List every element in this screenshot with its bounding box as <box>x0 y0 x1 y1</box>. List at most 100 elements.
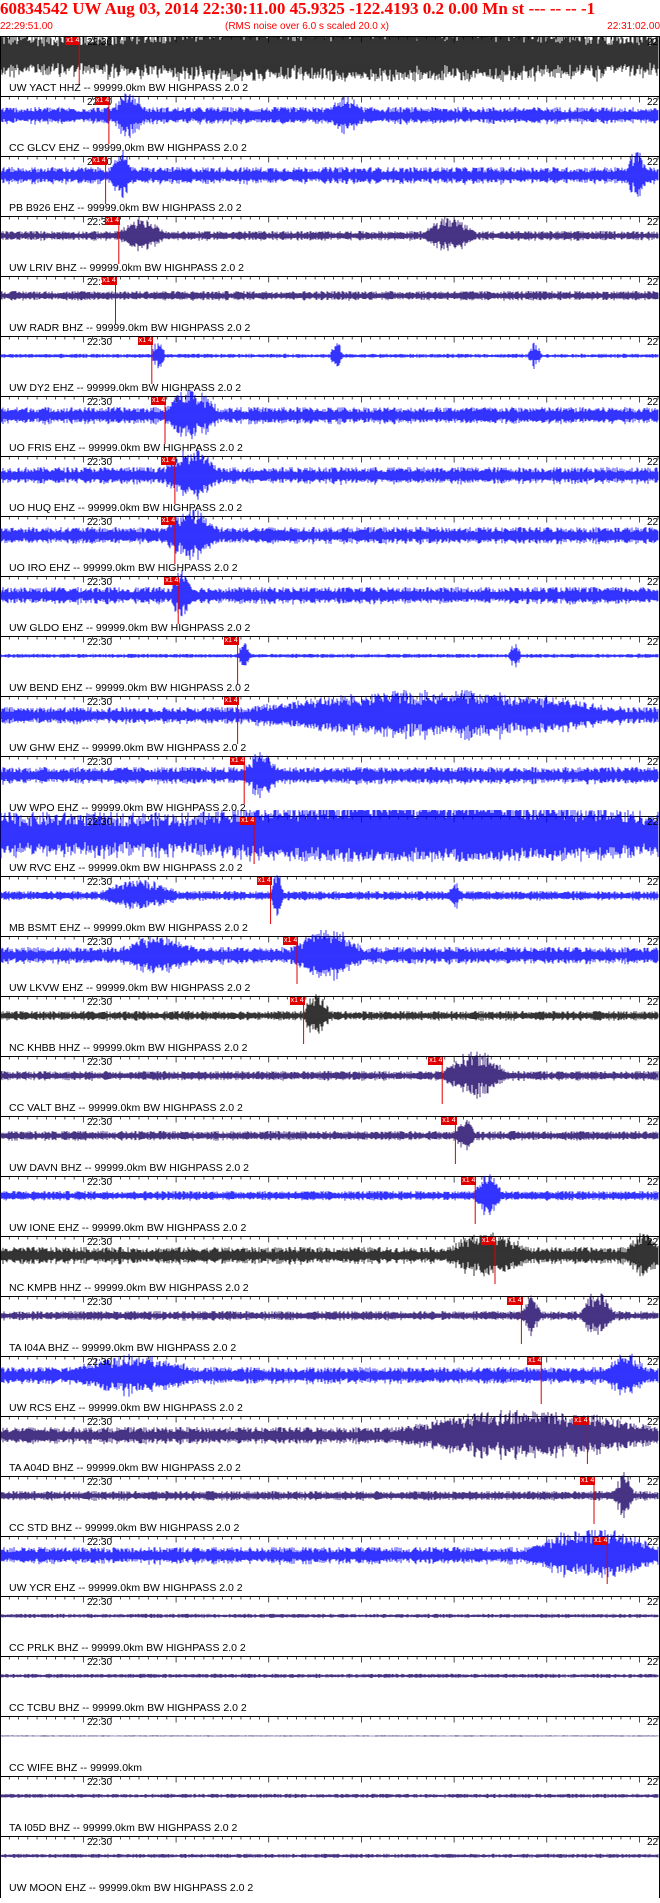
minute-tick-label: 22:30 <box>87 1177 113 1188</box>
phase-pick-marker[interactable]: x1 4 <box>289 997 305 1005</box>
right-edge-tick-label: 22 <box>647 1057 659 1068</box>
phase-pick-marker[interactable]: x1 4 <box>160 457 177 465</box>
phase-pick-marker[interactable]: x1 4 <box>481 1237 497 1245</box>
minute-tick-label: 22:30 <box>87 337 113 348</box>
trace-label: UW YCR EHZ -- 99999.0km BW HIGHPASS 2.0 … <box>9 1582 243 1594</box>
right-edge-tick-label: 22 <box>647 1177 659 1188</box>
phase-pick-marker[interactable]: x1 4 <box>223 697 239 705</box>
trace-label: CC PRLK BHZ -- 99999.0km BW HIGHPASS 2.0… <box>9 1642 246 1654</box>
right-edge-tick-label: 22 <box>647 757 659 768</box>
right-edge-tick-label: 22 <box>647 937 659 948</box>
right-edge-tick-label: 22 <box>647 637 659 648</box>
trace-label: UW MOON EHZ -- 99999.0km BW HIGHPASS 2.0… <box>9 1882 254 1894</box>
minute-tick-label: 22:30 <box>87 397 113 408</box>
waveform-trace <box>0 1853 659 1859</box>
phase-pick-marker[interactable]: x1 4 <box>240 817 256 825</box>
phase-pick-marker[interactable]: x1 4 <box>580 1477 596 1485</box>
phase-pick-marker[interactable]: x1 4 <box>573 1417 589 1425</box>
minute-tick-label: 22:30 <box>87 757 113 768</box>
trace-label: CC STD BHZ -- 99999.0km BW HIGHPASS 2.0 … <box>9 1522 240 1534</box>
trace-label: NC KMPB HHZ -- 99999.0km BW HIGHPASS 2.0… <box>9 1282 249 1294</box>
minute-tick-label: 22:30 <box>87 937 113 948</box>
minute-tick-label: 22:30 <box>87 817 113 828</box>
phase-pick-marker[interactable]: x1 4 <box>223 637 239 645</box>
end-time: 22:31:02.00 <box>607 21 660 32</box>
phase-pick-marker[interactable]: x1 4 <box>256 877 272 885</box>
trace-label: NC KHBB HHZ -- 99999.0km BW HIGHPASS 2.0… <box>9 1042 248 1054</box>
right-edge-tick-label: 22 <box>647 817 659 828</box>
trace-label: UO IRO EHZ -- 99999.0km BW HIGHPASS 2.0 … <box>9 562 238 574</box>
phase-pick-marker[interactable]: x1 4 <box>507 1297 523 1305</box>
trace-label: UW LKVW EHZ -- 99999.0km BW HIGHPASS 2.0… <box>9 982 251 994</box>
right-edge-tick-label: 22 <box>647 277 659 288</box>
right-edge-tick-label: 22 <box>647 997 659 1008</box>
phase-pick-marker[interactable]: x1 4 <box>527 1357 543 1365</box>
phase-pick-marker[interactable]: x1 4 <box>94 97 111 105</box>
right-edge-tick-label: 22 <box>647 1357 659 1368</box>
right-edge-tick-label: 22 <box>647 37 659 48</box>
right-edge-tick-label: 22 <box>647 1297 659 1308</box>
phase-pick-marker[interactable]: x1 4 <box>593 1537 609 1545</box>
phase-pick-marker[interactable]: x1 4 <box>137 337 154 345</box>
phase-pick-marker[interactable]: x1 4 <box>428 1057 444 1065</box>
phase-pick-marker[interactable]: x1 4 <box>283 937 299 945</box>
phase-pick-marker[interactable]: x1 4 <box>91 157 107 165</box>
right-edge-tick-label: 22 <box>647 1837 659 1848</box>
minute-tick-label: 22:30 <box>87 1717 113 1728</box>
trace-label: UW RADR BHZ -- 99999.0km BW HIGHPASS 2.0… <box>9 322 251 334</box>
right-edge-tick-label: 22 <box>647 157 659 168</box>
right-edge-tick-label: 22 <box>647 1117 659 1128</box>
minute-tick-label: 22:30 <box>87 1477 113 1488</box>
phase-pick-marker[interactable]: x1 4 <box>160 517 177 525</box>
right-edge-tick-label: 22 <box>647 1237 659 1248</box>
trace-label: UW LRIV BHZ -- 99999.0km BW HIGHPASS 2.0… <box>9 262 244 274</box>
right-edge-tick-label: 22 <box>647 397 659 408</box>
noise-note: (RMS noise over 6.0 s scaled 20.0 x) <box>225 21 389 32</box>
minute-tick-label: 22:30 <box>87 457 113 468</box>
waveform-trace <box>0 1613 659 1619</box>
trace-label: UW RCS EHZ -- 99999.0km BW HIGHPASS 2.0 … <box>9 1402 243 1414</box>
minute-tick-label: 22:30 <box>87 1657 113 1668</box>
phase-pick-marker[interactable]: x1 4 <box>461 1177 477 1185</box>
minute-tick-label: 22:30 <box>87 1537 113 1548</box>
phase-pick-marker[interactable]: x1 4 <box>151 397 167 405</box>
trace-label: UO HUQ EHZ -- 99999.0km BW HIGHPASS 2.0 … <box>9 502 243 514</box>
minute-tick-label: 22:30 <box>87 37 113 48</box>
minute-tick-label: 22:30 <box>87 997 113 1008</box>
phase-pick-marker[interactable]: x1 4 <box>230 757 246 765</box>
minute-tick-label: 22:30 <box>87 1837 113 1848</box>
trace-label: TA A04D BHZ -- 99999.0km BW HIGHPASS 2.0… <box>9 1462 241 1474</box>
trace-label: MB BSMT EHZ -- 99999.0km BW HIGHPASS 2.0… <box>9 922 248 934</box>
trace-label: UW IONE EHZ -- 99999.0km BW HIGHPASS 2.0… <box>9 1222 247 1234</box>
minute-tick-label: 22:30 <box>87 697 113 708</box>
right-edge-tick-label: 22 <box>647 1477 659 1488</box>
waveform-trace <box>0 291 659 301</box>
trace-label: UW DY2 EHZ -- 99999.0km BW HIGHPASS 2.0 … <box>9 382 242 394</box>
trace-label: UW RVC EHZ -- 99999.0km BW HIGHPASS 2.0 … <box>9 862 243 874</box>
trace-label: PB B926 EHZ -- 99999.0km BW HIGHPASS 2.0… <box>9 202 242 214</box>
minute-tick-label: 22:30 <box>87 517 113 528</box>
waveform-trace <box>0 1673 659 1679</box>
minute-tick-label: 22:30 <box>87 637 113 648</box>
header: 60834542 UW Aug 03, 2014 22:30:11.00 45.… <box>0 0 660 36</box>
trace-label: UW GLDO EHZ -- 99999.0km BW HIGHPASS 2.0… <box>9 622 251 634</box>
waveform-trace <box>0 1735 659 1737</box>
minute-tick-label: 22:30 <box>87 877 113 888</box>
seismogram-svg <box>0 30 660 1898</box>
phase-pick-marker[interactable]: x1 4 <box>441 1117 457 1125</box>
phase-pick-marker[interactable]: x1 4 <box>164 577 180 585</box>
phase-pick-marker[interactable]: x1 4 <box>65 37 81 45</box>
minute-tick-label: 22:30 <box>87 1237 113 1248</box>
minute-tick-label: 22:30 <box>87 1417 113 1428</box>
trace-label: CC GLCV EHZ -- 99999.0km BW HIGHPASS 2.0… <box>9 142 247 154</box>
trace-label: CC VALT BHZ -- 99999.0km BW HIGHPASS 2.0… <box>9 1102 243 1114</box>
trace-label: UW YACT HHZ -- 99999.0km BW HIGHPASS 2.0… <box>9 82 249 94</box>
right-edge-tick-label: 22 <box>647 577 659 588</box>
minute-tick-label: 22:30 <box>87 1117 113 1128</box>
trace-label: UO FRIS EHZ -- 99999.0km BW HIGHPASS 2.0… <box>9 442 243 454</box>
right-edge-tick-label: 22 <box>647 1597 659 1608</box>
trace-label: UW DAVN BHZ -- 99999.0km BW HIGHPASS 2.0… <box>9 1162 250 1174</box>
phase-pick-marker[interactable]: x1 4 <box>101 277 117 285</box>
phase-pick-marker[interactable]: x1 4 <box>104 217 121 225</box>
right-edge-tick-label: 22 <box>647 1657 659 1668</box>
